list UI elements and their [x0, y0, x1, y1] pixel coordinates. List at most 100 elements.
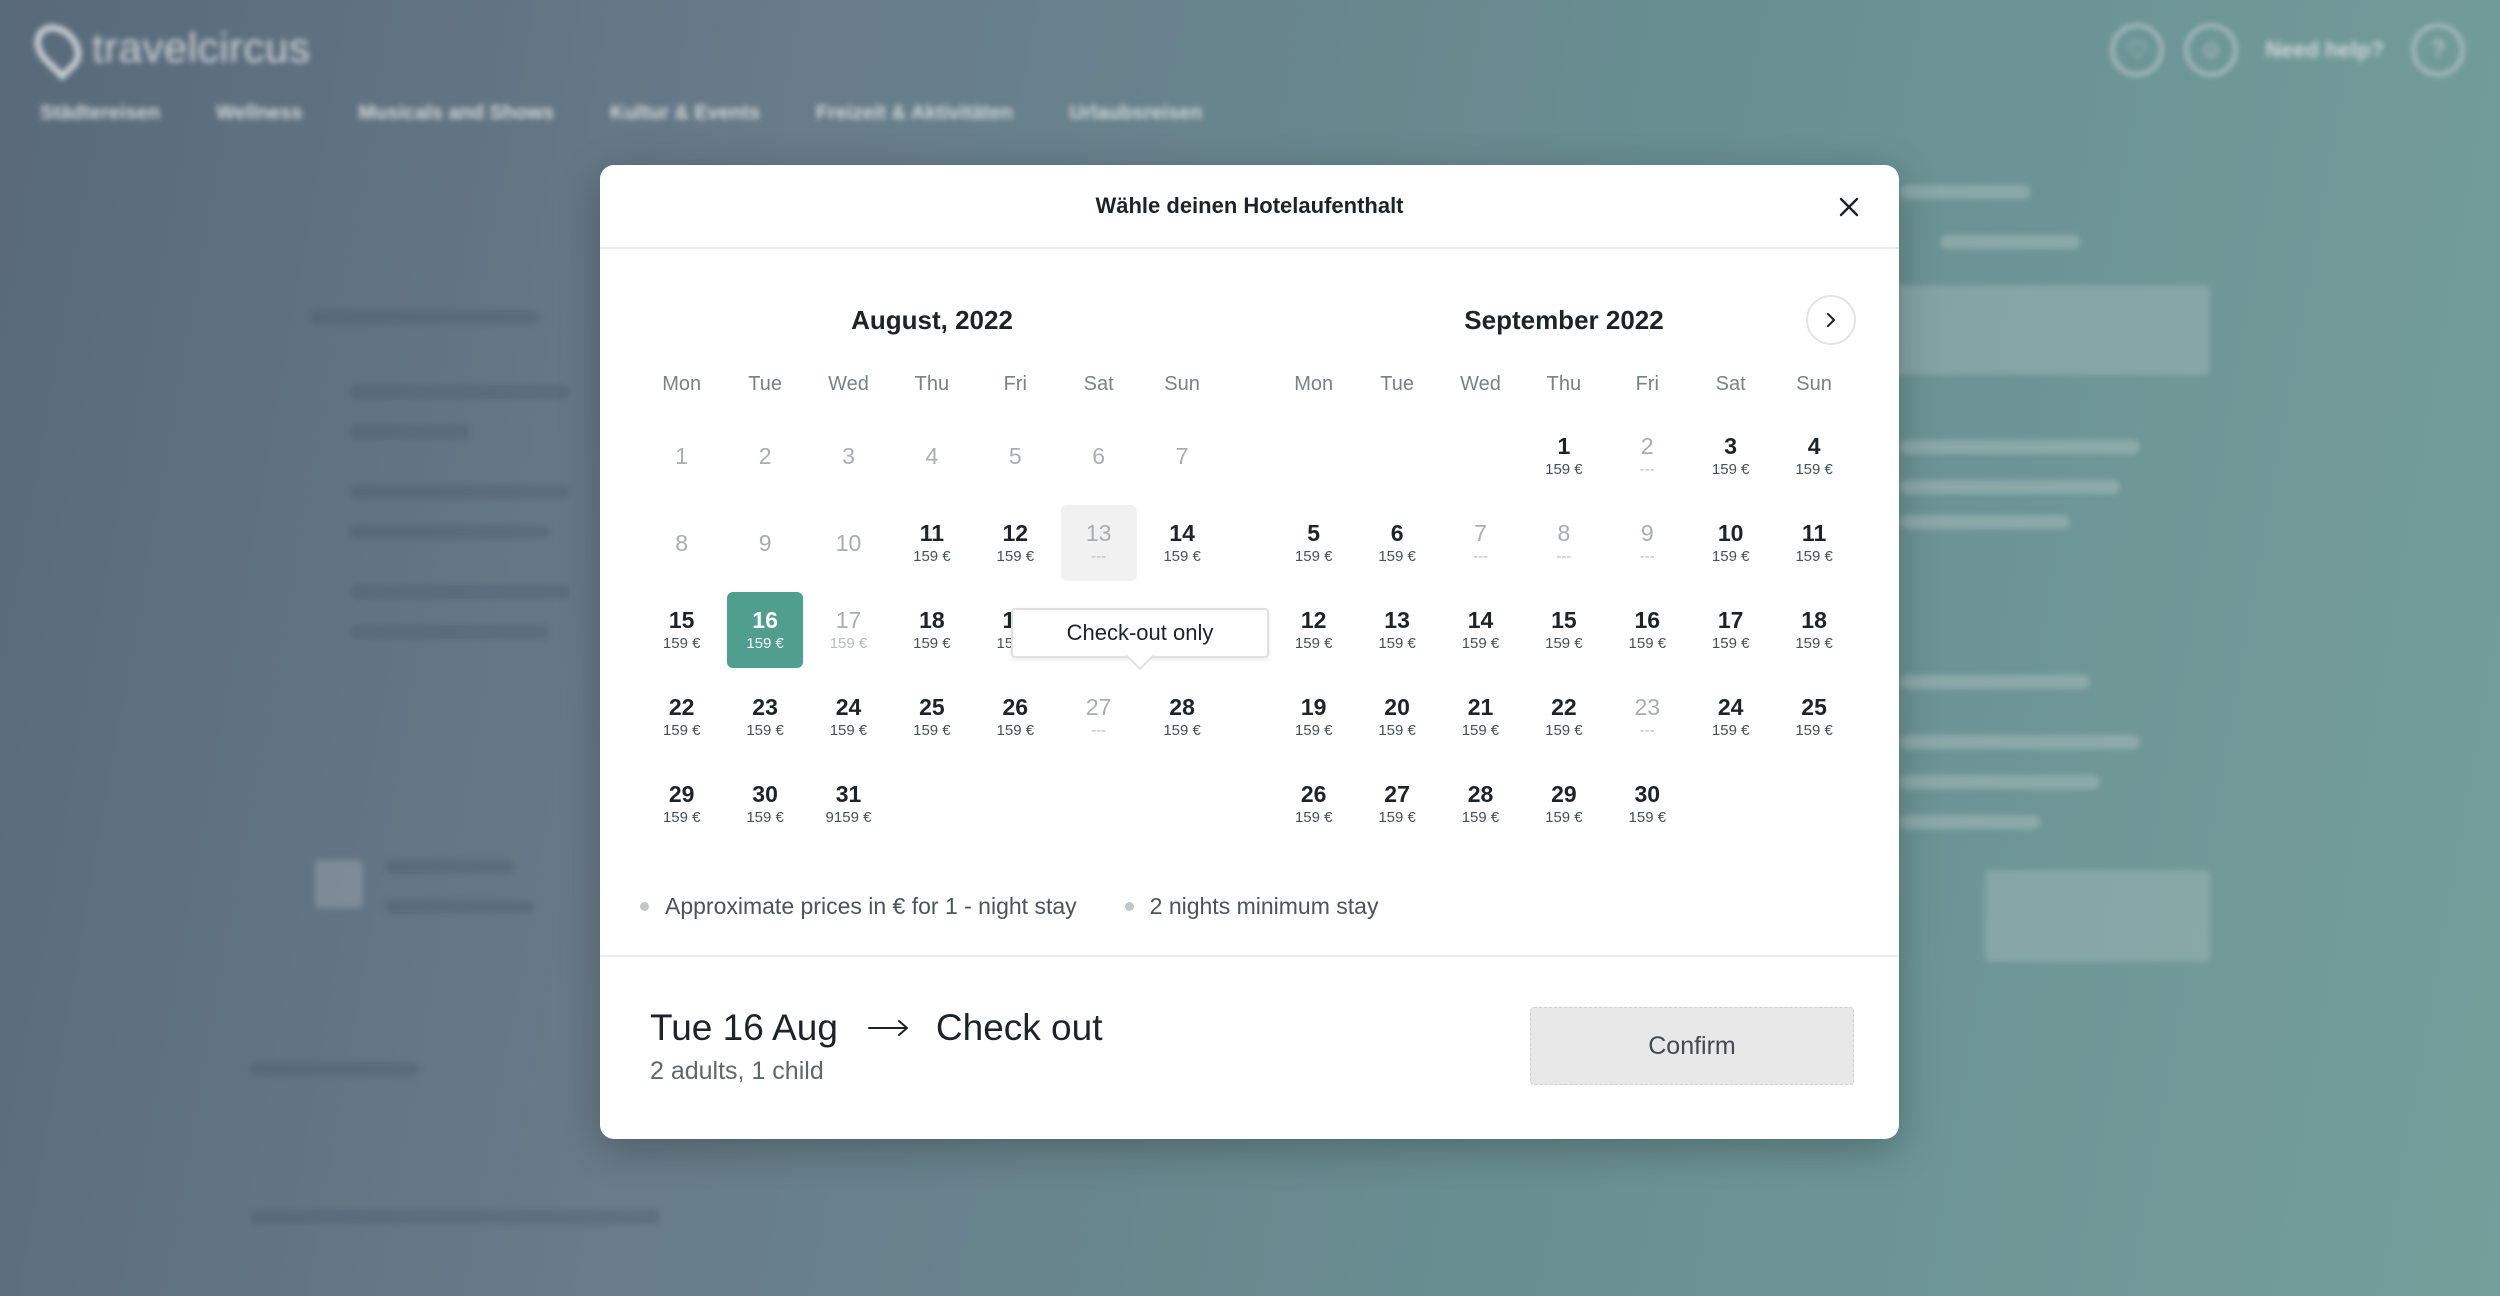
calendar-day[interactable]: 1 159 € — [1526, 418, 1602, 494]
weekday-label: Thu — [914, 372, 950, 395]
date-picker: August, 2022 Mon Tue Wed Thu Fri Sat Sun… — [640, 280, 1880, 840]
day-price: 159 € — [1461, 809, 1500, 826]
day-number: 29 — [1551, 781, 1577, 807]
calendar-day[interactable]: 29 159 € — [1526, 766, 1602, 842]
guest-summary: 2 adults, 1 child — [650, 1057, 824, 1085]
calendar-day[interactable]: 17 159 € — [1693, 592, 1769, 668]
calendar-day[interactable]: 12 159 € — [977, 505, 1053, 581]
calendar-day[interactable]: 14 159 € — [1443, 592, 1519, 668]
day-number: 10 — [835, 530, 862, 556]
calendar-day[interactable]: 22 159 € — [644, 679, 720, 755]
day-number: 15 — [668, 607, 695, 633]
calendar-day[interactable]: 6 159 € — [1359, 505, 1435, 581]
confirm-button[interactable]: Confirm — [1530, 1007, 1854, 1085]
calendar-day: 2 --- — [1609, 418, 1685, 494]
calendar-day[interactable]: 13 --- — [1060, 505, 1137, 581]
day-number: 18 — [919, 607, 945, 633]
calendar-day[interactable]: 22 159 € — [1526, 679, 1602, 755]
calendar-day[interactable]: 28 159 € — [1144, 679, 1220, 755]
calendar-day[interactable]: 13 159 € — [1359, 592, 1435, 668]
calendar-day[interactable]: 27 159 € — [1359, 766, 1435, 842]
day-number: 26 — [1002, 694, 1029, 720]
day-price: 159 € — [1545, 635, 1583, 652]
calendar-day: 1 — [644, 418, 720, 494]
calendar-day[interactable]: 16 159 € — [727, 592, 804, 668]
calendar-day[interactable]: 3 159 € — [1693, 418, 1769, 494]
day-number: 3 — [1724, 433, 1738, 459]
day-number: 9 — [758, 530, 772, 556]
weekday-label: Sun — [1796, 372, 1832, 395]
day-number: 11 — [919, 520, 945, 546]
day-price: --- — [1091, 548, 1107, 565]
calendar-day[interactable]: 15 159 € — [1526, 592, 1602, 668]
month-title: September 2022 — [1464, 305, 1664, 335]
calendar-day: 9 --- — [1609, 505, 1685, 581]
calendar-day[interactable]: 23 159 € — [727, 679, 803, 755]
calendar-day[interactable]: 11 159 € — [1776, 505, 1852, 581]
day-number: 28 — [1169, 694, 1195, 720]
calendar-day[interactable]: 11 159 € — [894, 505, 970, 581]
calendar-day: 17 159 € — [811, 592, 887, 668]
day-number: 2 — [758, 443, 772, 469]
day-price: 159 € — [996, 548, 1035, 565]
calendar-day[interactable]: 12 159 € — [1276, 592, 1352, 668]
calendar-day[interactable]: 20 159 € — [1359, 679, 1435, 755]
weekday-label: Sat — [1715, 372, 1746, 395]
day-number: 7 — [1474, 520, 1487, 546]
calendar-day[interactable]: 30 159 € — [1609, 766, 1685, 842]
selected-dates: Tue 16 Aug Check out — [650, 1007, 1102, 1049]
calendar-day[interactable]: 25 159 € — [894, 679, 970, 755]
calendar-day[interactable]: 21 159 € — [1443, 679, 1519, 755]
day-number: 21 — [1467, 694, 1494, 720]
day-number: 27 — [1384, 781, 1410, 807]
calendar-day: 10 — [811, 505, 887, 581]
calendar-day[interactable]: 31 9159 € — [811, 766, 887, 842]
calendar-day[interactable]: 28 159 € — [1443, 766, 1519, 842]
day-number: 17 — [1717, 607, 1744, 633]
next-month-button[interactable] — [1806, 295, 1856, 345]
calendar-day[interactable]: 30 159 € — [727, 766, 803, 842]
day-number: 13 — [1085, 520, 1112, 546]
dialog-title: Wähle deinen Hotelaufenthalt — [1095, 193, 1404, 218]
day-number: 23 — [1634, 694, 1661, 720]
calendar-day[interactable]: 24 159 € — [1693, 679, 1769, 755]
calendar-day[interactable]: 18 159 € — [1776, 592, 1852, 668]
calendar-day[interactable]: 18 159 € — [894, 592, 970, 668]
calendar-day[interactable]: 29 159 € — [644, 766, 720, 842]
day-number: 17 — [835, 607, 862, 633]
day-number: 31 — [835, 781, 862, 807]
day-number: 5 — [1307, 520, 1321, 546]
day-price: 159 € — [913, 722, 951, 739]
calendar-day[interactable]: 14 159 € — [1144, 505, 1220, 581]
calendar-day: 2 — [727, 418, 803, 494]
day-price: 159 € — [1628, 635, 1667, 652]
day-price: 159 € — [1711, 722, 1750, 739]
calendar-day: 8 — [644, 505, 720, 581]
day-price: 159 € — [1163, 722, 1201, 739]
day-price: 159 € — [1294, 548, 1333, 565]
day-number: 14 — [1169, 520, 1195, 546]
calendar-day[interactable]: 15 159 € — [644, 592, 720, 668]
calendar-day: 23 --- — [1609, 679, 1685, 755]
day-number: 6 — [1092, 443, 1106, 469]
weekday-header: Mon Tue Wed Thu Fri Sat Sun — [640, 360, 1224, 408]
month-september: September 2022 Mon Tue Wed Thu Fri Sat S… — [1272, 280, 1856, 826]
calendar-day: 27 --- — [1061, 679, 1137, 755]
day-number: 30 — [752, 781, 778, 807]
calendar-day[interactable]: 24 159 € — [811, 679, 887, 755]
close-icon[interactable] — [1835, 193, 1863, 221]
day-number: 2 — [1640, 433, 1654, 459]
month-title: August, 2022 — [851, 305, 1013, 335]
calendar-day[interactable]: 5 159 € — [1276, 505, 1352, 581]
calendar-day[interactable]: 19 159 € — [1276, 679, 1352, 755]
calendar-day: 7 — [1144, 418, 1220, 494]
weekday-label: Wed — [828, 372, 869, 395]
calendar-day[interactable]: 4 159 € — [1776, 418, 1852, 494]
calendar-day[interactable]: 26 159 € — [1276, 766, 1352, 842]
calendar-day[interactable]: 25 159 € — [1776, 679, 1852, 755]
calendar-day[interactable]: 10 159 € — [1693, 505, 1769, 581]
day-number: 4 — [925, 443, 939, 469]
day-price: 159 € — [1545, 461, 1583, 478]
calendar-day[interactable]: 26 159 € — [977, 679, 1053, 755]
calendar-day[interactable]: 16 159 € — [1609, 592, 1685, 668]
